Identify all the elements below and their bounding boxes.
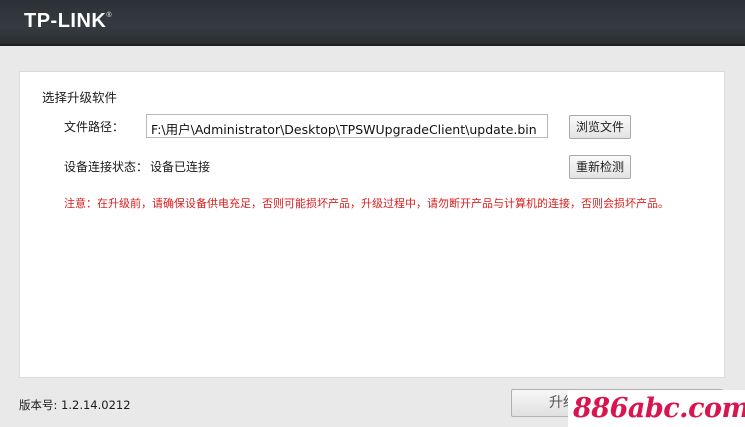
version-label: 版本号: 1.2.14.0212 [19, 398, 131, 412]
warning-text: 注意：在升级前，请确保设备供电充足，否则可能损坏产品，升级过程中，请勿断开产品与… [64, 197, 669, 210]
registered-mark: ® [106, 12, 113, 19]
file-path-input[interactable]: F:\用户\Administrator\Desktop\TPSWUpgradeC… [146, 114, 548, 138]
tp-link-logo: TP-LINK® [24, 10, 112, 33]
logo-text: TP-LINK [24, 10, 107, 32]
section-title: 选择升级软件 [42, 90, 118, 105]
browse-file-button[interactable]: 浏览文件 [569, 115, 631, 139]
connection-status-label: 设备连接状态： [64, 160, 149, 174]
upgrade-panel: 选择升级软件 文件路径： F:\用户\Administrator\Desktop… [19, 71, 725, 378]
connection-status-value: 设备已连接 [150, 160, 211, 174]
redetect-button[interactable]: 重新检测 [569, 155, 631, 179]
site-watermark: 886abc.com [568, 390, 745, 427]
app-header: TP-LINK® [0, 0, 745, 46]
file-path-label: 文件路径： [64, 120, 125, 134]
